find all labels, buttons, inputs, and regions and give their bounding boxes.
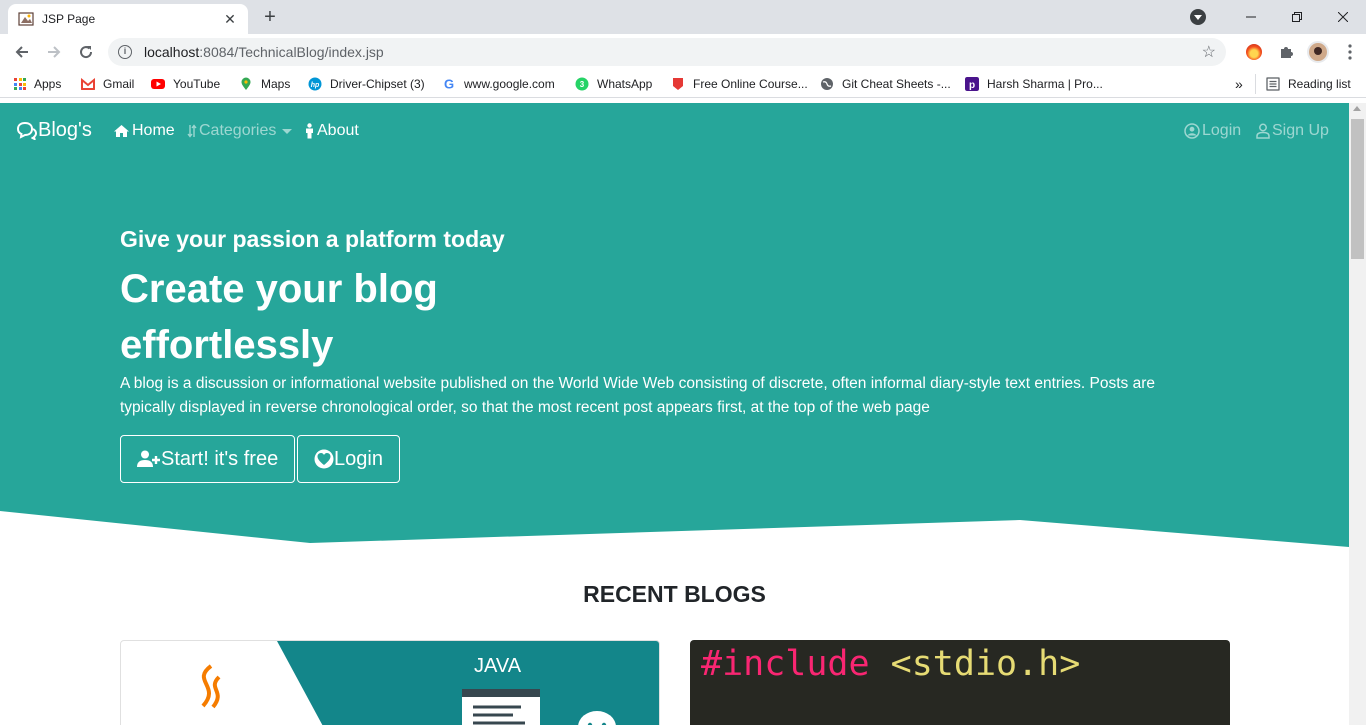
- browser-toolbar: i localhost:8084/TechnicalBlog/index.jsp…: [0, 34, 1366, 70]
- bookmark-google[interactable]: G www.google.com: [442, 76, 555, 92]
- browser-tab[interactable]: JSP Page ✕: [8, 4, 248, 34]
- hero-login-button[interactable]: Login: [297, 435, 400, 483]
- scroll-up-icon[interactable]: [1353, 106, 1361, 111]
- youtube-icon: [151, 79, 165, 89]
- brand-link[interactable]: Blog's: [16, 119, 92, 142]
- page-favicon-icon: [18, 12, 34, 26]
- navbar: Blog's Home Categories About Login Sign …: [0, 103, 1349, 160]
- bookmark-maps[interactable]: Maps: [239, 76, 290, 92]
- hero-login-label: Login: [334, 447, 383, 470]
- nav-categories[interactable]: Categories: [187, 122, 293, 140]
- bookmark-star-icon[interactable]: ☆: [1202, 42, 1216, 62]
- minimize-button[interactable]: [1228, 0, 1274, 34]
- svg-text:3: 3: [580, 80, 585, 89]
- c-code-snippet: #include <stdio.h>: [701, 644, 1081, 684]
- browser-tabstrip: JSP Page ✕ +: [0, 0, 1366, 34]
- nav-home-label: Home: [132, 122, 175, 139]
- start-free-label: Start! it's free: [161, 447, 279, 470]
- scrollbar-thumb[interactable]: [1351, 119, 1364, 259]
- reading-list-button[interactable]: Reading list: [1255, 74, 1351, 94]
- url-text[interactable]: localhost:8084/TechnicalBlog/index.jsp: [144, 44, 1202, 60]
- hero-description: A blog is a discussion or informational …: [120, 375, 1155, 416]
- nav-login-label: Login: [1202, 122, 1242, 139]
- svg-text:G: G: [444, 77, 454, 91]
- bookmark-harsh-sharma[interactable]: p Harsh Sharma | Pro...: [965, 76, 1103, 92]
- bookmark-whatsapp[interactable]: 3 WhatsApp: [575, 76, 652, 92]
- profile-avatar[interactable]: [1302, 38, 1334, 66]
- page-viewport: Blog's Home Categories About Login Sign …: [0, 103, 1349, 725]
- nav-signup-label: Sign Up: [1272, 122, 1329, 139]
- java-card-image: [201, 641, 659, 725]
- nav-categories-label: Categories: [199, 122, 277, 139]
- svg-text:p: p: [969, 80, 975, 91]
- whatsapp-icon: 3: [575, 77, 589, 91]
- close-window-button[interactable]: [1320, 0, 1366, 34]
- extensions-puzzle-icon[interactable]: [1270, 38, 1302, 66]
- back-button[interactable]: [10, 40, 34, 64]
- brand-text: Blog's: [38, 119, 92, 141]
- bookmark-git-cheat-sheets[interactable]: Git Cheat Sheets -...: [820, 76, 951, 92]
- browser-menu-icon[interactable]: [1334, 38, 1366, 66]
- tab-search-icon[interactable]: [1190, 9, 1206, 25]
- sort-arrows-icon: [187, 124, 197, 138]
- bookmark-youtube[interactable]: YouTube: [151, 76, 220, 92]
- nav-about-label: About: [317, 122, 359, 139]
- user-outline-icon: [1256, 123, 1270, 139]
- globe-icon: [821, 78, 833, 90]
- blog-card-c[interactable]: #include <stdio.h>: [690, 640, 1230, 725]
- user-plus-icon: [137, 450, 160, 467]
- bookmark-free-online-course[interactable]: Free Online Course...: [671, 76, 808, 92]
- reload-button[interactable]: [74, 40, 98, 64]
- hero-tagline: Give your passion a platform today: [120, 226, 505, 252]
- hp-icon: hp: [308, 77, 322, 91]
- nav-login[interactable]: Login: [1184, 122, 1241, 140]
- apps-grid-icon: [14, 78, 26, 90]
- home-icon: [114, 125, 129, 137]
- nav-signup[interactable]: Sign Up: [1256, 122, 1329, 140]
- bookmark-apps[interactable]: Apps: [14, 76, 61, 92]
- new-tab-button[interactable]: +: [258, 5, 282, 29]
- maps-pin-icon: [241, 77, 251, 90]
- forward-button[interactable]: [42, 40, 66, 64]
- bookmark-gmail[interactable]: Gmail: [81, 76, 134, 92]
- start-free-button[interactable]: Start! it's free: [120, 435, 296, 483]
- bookmark-driver-chipset[interactable]: hp Driver-Chipset (3): [308, 76, 425, 92]
- person-icon: [306, 123, 313, 139]
- nav-home[interactable]: Home: [113, 122, 175, 140]
- bookmarks-bar: Apps Gmail YouTube Maps hp Driver-Chipse…: [0, 70, 1366, 98]
- reading-list-icon: [1266, 77, 1280, 91]
- page-scrollbar[interactable]: [1349, 103, 1366, 725]
- extension-fire-icon[interactable]: [1238, 38, 1270, 66]
- chat-bubbles-icon: [16, 121, 38, 140]
- recent-blogs-title: RECENT BLOGS: [583, 581, 766, 607]
- profile-p-icon: p: [965, 77, 979, 91]
- bookmarks-overflow-button[interactable]: »: [1235, 76, 1243, 92]
- site-info-icon[interactable]: i: [118, 45, 132, 59]
- tab-close-icon[interactable]: ✕: [222, 11, 238, 28]
- blog-card-java[interactable]: JAVA: [120, 640, 660, 725]
- address-bar[interactable]: i localhost:8084/TechnicalBlog/index.jsp…: [108, 38, 1226, 66]
- nav-about[interactable]: About: [304, 122, 359, 140]
- user-circle-icon: [1184, 123, 1200, 139]
- heart-circle-icon: [314, 449, 334, 469]
- svg-text:hp: hp: [311, 82, 320, 89]
- chevron-down-icon: [282, 128, 293, 134]
- java-card-label: JAVA: [474, 655, 522, 677]
- hero-headline: Create your blog effortlessly: [120, 267, 438, 367]
- gmail-icon: [81, 77, 95, 90]
- restore-button[interactable]: [1274, 0, 1320, 34]
- google-icon: G: [444, 77, 454, 91]
- course-icon: [673, 78, 683, 90]
- tab-title: JSP Page: [42, 12, 96, 26]
